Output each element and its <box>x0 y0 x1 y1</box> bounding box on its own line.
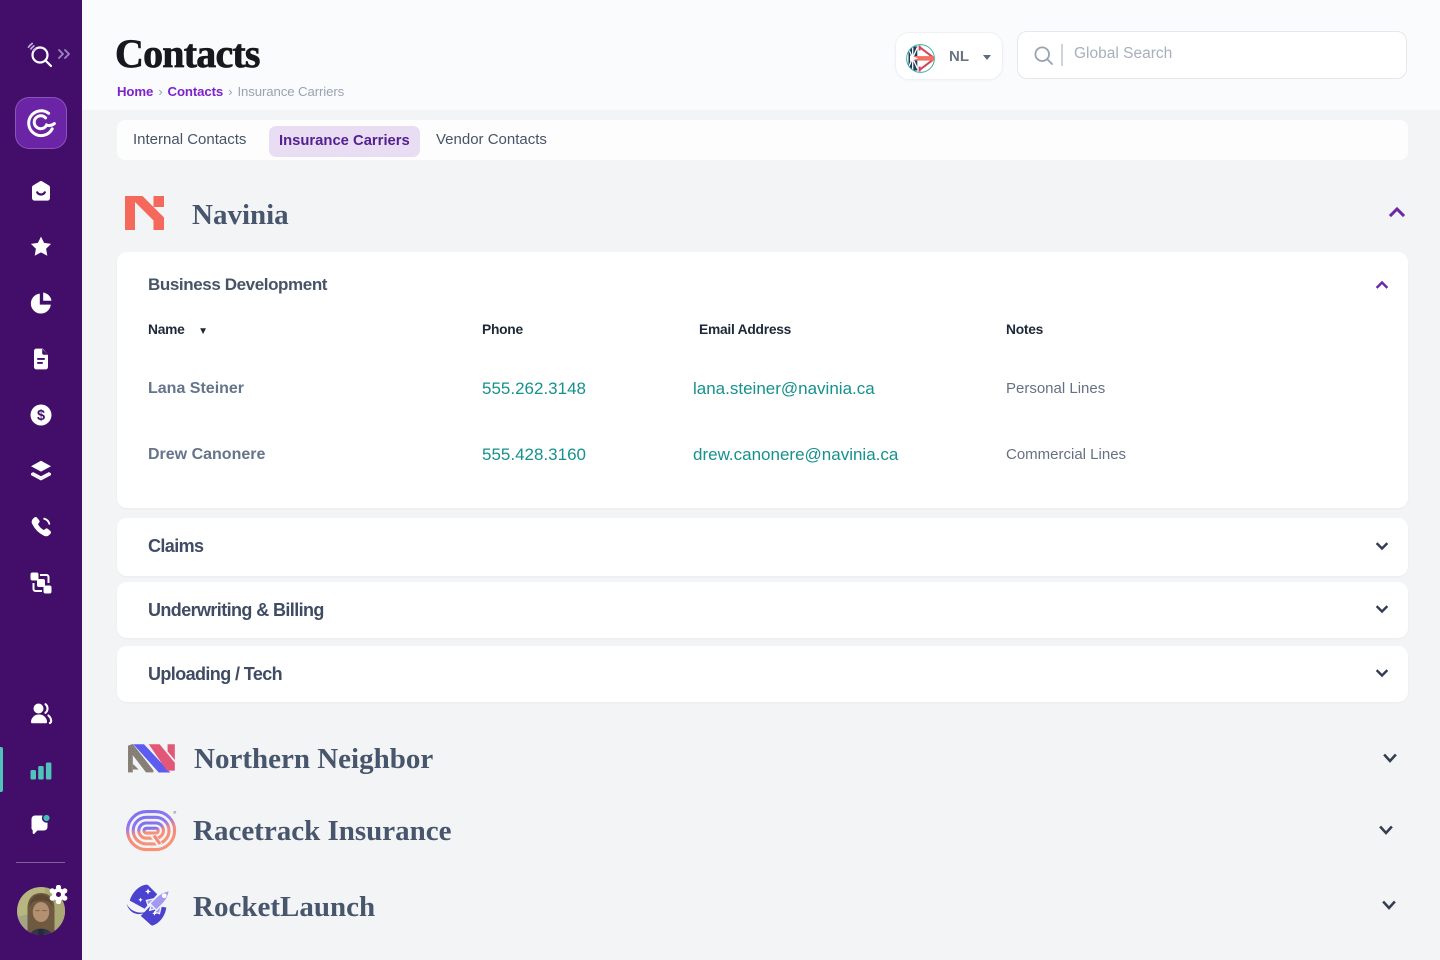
svg-text:$: $ <box>37 408 45 424</box>
